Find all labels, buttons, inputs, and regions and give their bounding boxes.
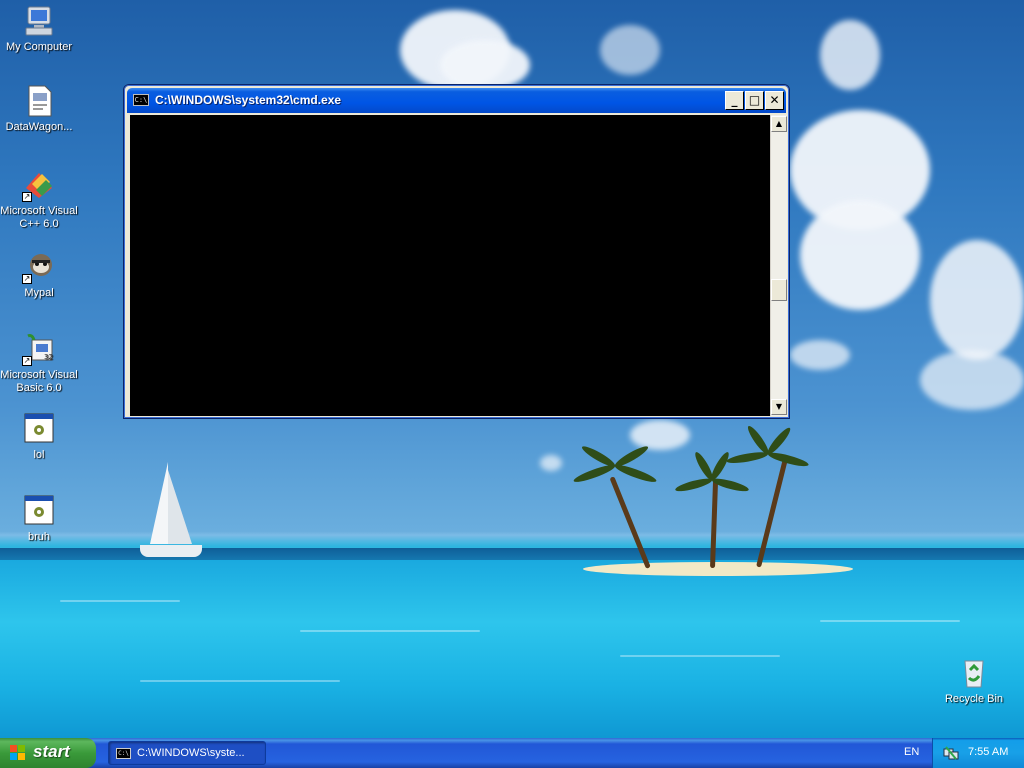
minimize-icon: _ (731, 93, 738, 107)
desktop-icon-recycle-bin[interactable]: Recycle Bin (935, 656, 1013, 706)
mypal-browser-icon: ↗ (22, 250, 56, 284)
svg-text:32: 32 (44, 353, 53, 361)
desktop-icon-label: lol (33, 449, 45, 461)
language-indicator[interactable]: EN (904, 746, 919, 758)
start-button[interactable]: start (0, 738, 96, 768)
scrollbar-thumb[interactable] (771, 279, 787, 301)
close-icon: ✕ (769, 93, 780, 107)
minimize-button[interactable]: _ (725, 91, 744, 110)
desktop-icon-my-computer[interactable]: My Computer (0, 4, 78, 54)
desktop-icon-visual-cpp[interactable]: ↗ Microsoft Visual C++ 6.0 (0, 168, 78, 231)
clock[interactable]: 7:55 AM (968, 746, 1008, 758)
desktop-icon-datawagon[interactable]: DataWagon... (0, 84, 78, 134)
maximize-button[interactable]: □ (745, 91, 764, 110)
window-titlebar[interactable]: C:\ C:\WINDOWS\system32\cmd.exe _ □ ✕ (127, 88, 786, 113)
scroll-up-button[interactable]: ▲ (771, 116, 787, 132)
desktop-icon-visual-basic[interactable]: 32 ↗ Microsoft Visual Basic 6.0 (0, 332, 78, 395)
windows-logo-icon (10, 745, 27, 761)
desktop-icon-label: My Computer (5, 41, 73, 53)
desktop-icon-lol[interactable]: lol (0, 412, 78, 462)
taskbar: start C:\ C:\WINDOWS\syste... EN 7:55 AM (0, 738, 1024, 768)
cmd-icon: C:\ (116, 748, 131, 759)
taskbar-item-cmd[interactable]: C:\ C:\WINDOWS\syste... (108, 741, 266, 765)
network-icon[interactable] (943, 745, 959, 761)
maximize-icon: □ (748, 93, 761, 107)
desktop-icon-label: DataWagon... (5, 121, 73, 133)
desktop-icon-label: Mypal (24, 287, 54, 299)
system-tray: 7:55 AM (932, 738, 1024, 768)
program-icon (22, 494, 56, 528)
recycle-bin-icon (957, 656, 991, 690)
cmd-window[interactable]: C:\ C:\WINDOWS\system32\cmd.exe _ □ ✕ ▲ … (123, 84, 790, 419)
console-output[interactable] (130, 115, 770, 416)
program-icon (22, 412, 56, 446)
visual-basic-icon: 32 ↗ (22, 332, 56, 366)
desktop-icon-label: Microsoft Visual C++ 6.0 (0, 205, 78, 230)
vertical-scrollbar[interactable]: ▲ ▼ (770, 115, 787, 416)
desktop-icon-label: Recycle Bin (944, 693, 1004, 705)
desktop-icon-mypal[interactable]: ↗ Mypal (0, 250, 78, 300)
start-label: start (33, 742, 70, 761)
arrow-down-icon: ▼ (775, 402, 783, 411)
arrow-up-icon: ▲ (775, 119, 783, 128)
close-button[interactable]: ✕ (765, 91, 784, 110)
computer-icon (22, 4, 56, 38)
desktop-icon-label: Microsoft Visual Basic 6.0 (0, 369, 78, 394)
desktop-icon-label: bruh (27, 531, 51, 543)
taskbar-item-label: C:\WINDOWS\syste... (137, 747, 245, 759)
desktop-icon-bruh[interactable]: bruh (0, 494, 78, 544)
scroll-down-button[interactable]: ▼ (771, 399, 787, 415)
cmd-icon: C:\ (133, 94, 149, 106)
visual-cpp-icon: ↗ (22, 168, 56, 202)
document-icon (22, 84, 56, 118)
window-title: C:\WINDOWS\system32\cmd.exe (155, 93, 342, 107)
